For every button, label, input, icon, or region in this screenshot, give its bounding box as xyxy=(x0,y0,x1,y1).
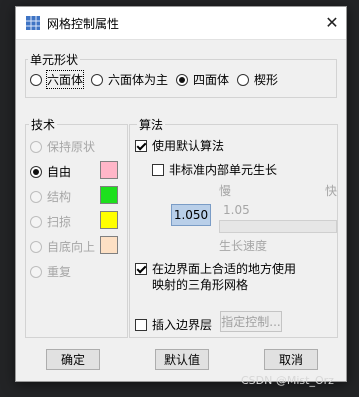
mesh-app-icon xyxy=(26,16,40,30)
use-default-algorithm-checkbox[interactable] xyxy=(135,139,147,152)
mesh-controls-dialog: 网格控制属性 ✕ 单元形状 六面体 六面体为主 四面体 楔形 技术 保持原状 自… xyxy=(15,6,347,382)
defaults-button[interactable]: 默认值 xyxy=(155,349,209,370)
boundary-mapping-label-line1: 在边界面上合适的地方使用 xyxy=(152,262,297,276)
use-default-algorithm-label: 使用默认算法 xyxy=(152,139,225,153)
radio-free[interactable] xyxy=(30,165,42,178)
insert-boundary-layer-checkbox[interactable] xyxy=(135,318,147,331)
insert-boundary-layer-label: 插入边界层 xyxy=(152,318,213,332)
radio-label-hex-dominated: 六面体为主 xyxy=(108,73,169,87)
technique-option-structured[interactable]: 结构 xyxy=(30,188,71,205)
radio-bottom-up[interactable] xyxy=(30,240,42,253)
boundary-mapping-option[interactable]: 在边界面上合适的地方使用 映射的三角形网格 xyxy=(135,261,296,293)
boundary-mapping-label-line2: 映射的三角形网格 xyxy=(152,278,249,292)
close-icon[interactable]: ✕ xyxy=(322,13,342,33)
element-shape-label: 单元形状 xyxy=(28,51,81,68)
technique-option-repeat[interactable]: 重复 xyxy=(30,263,71,280)
boundary-mapping-label: 在边界面上合适的地方使用 映射的三角形网格 xyxy=(152,261,296,293)
ok-button[interactable]: 确定 xyxy=(46,349,100,370)
slow-label: 慢 xyxy=(219,184,232,198)
growth-rate-label: 生长速度 xyxy=(219,239,268,253)
growth-rate-slider[interactable] xyxy=(219,220,337,233)
free-color-swatch xyxy=(100,161,118,179)
watermark: CSDN @Mist_Orz xyxy=(241,374,334,387)
radio-wedge[interactable] xyxy=(237,73,249,86)
radio-label-wedge: 楔形 xyxy=(254,73,279,87)
slider-value-label: 1.05 xyxy=(223,203,250,217)
assign-controls-button[interactable]: 指定控制... xyxy=(220,311,282,332)
technique-option-sweep[interactable]: 扫掠 xyxy=(30,213,71,230)
boundary-mapping-checkbox[interactable] xyxy=(135,263,147,275)
radio-label-sweep: 扫掠 xyxy=(47,215,72,229)
radio-label-as-is: 保持原状 xyxy=(47,140,96,154)
shape-option-hex[interactable]: 六面体 xyxy=(30,70,85,89)
radio-label-bottom-up: 自底向上 xyxy=(47,240,96,254)
shape-option-hex-dominated[interactable]: 六面体为主 xyxy=(91,71,168,88)
non-standard-growth-option[interactable]: 非标准内部单元生长 xyxy=(152,161,277,178)
radio-label-hex: 六面体 xyxy=(45,70,85,89)
shape-option-wedge[interactable]: 楔形 xyxy=(237,71,278,88)
radio-structured[interactable] xyxy=(30,190,42,203)
radio-label-tet: 四面体 xyxy=(193,73,230,87)
use-default-algorithm-option[interactable]: 使用默认算法 xyxy=(135,137,224,154)
radio-sweep[interactable] xyxy=(30,215,42,228)
radio-label-free: 自由 xyxy=(47,165,72,179)
sweep-color-swatch xyxy=(100,211,118,229)
technique-option-free[interactable]: 自由 xyxy=(30,163,71,180)
radio-label-structured: 结构 xyxy=(47,190,72,204)
insert-boundary-layer-option[interactable]: 插入边界层 xyxy=(135,316,212,333)
technique-label: 技术 xyxy=(29,116,58,133)
fast-label: 快 xyxy=(325,184,338,198)
radio-hex-dominated[interactable] xyxy=(91,73,103,86)
dialog-title: 网格控制属性 xyxy=(47,17,120,31)
cancel-button[interactable]: 取消 xyxy=(264,349,318,370)
algorithm-label: 算法 xyxy=(137,116,166,133)
radio-repeat[interactable] xyxy=(30,265,42,278)
radio-as-is[interactable] xyxy=(30,140,42,153)
technique-option-bottom-up[interactable]: 自底向上 xyxy=(30,238,95,255)
non-standard-growth-checkbox[interactable] xyxy=(152,163,164,176)
structured-color-swatch xyxy=(100,186,118,204)
radio-label-repeat: 重复 xyxy=(47,265,72,279)
radio-hex[interactable] xyxy=(30,73,42,86)
bottom-up-color-swatch xyxy=(100,236,118,254)
growth-rate-value: 1.050 xyxy=(171,204,211,226)
radio-tet[interactable] xyxy=(176,73,188,86)
title-bar: 网格控制属性 ✕ xyxy=(16,7,346,40)
technique-group xyxy=(25,124,128,338)
technique-option-as-is[interactable]: 保持原状 xyxy=(30,138,95,155)
non-standard-growth-label: 非标准内部单元生长 xyxy=(169,163,278,177)
shape-option-tet[interactable]: 四面体 xyxy=(176,71,229,88)
